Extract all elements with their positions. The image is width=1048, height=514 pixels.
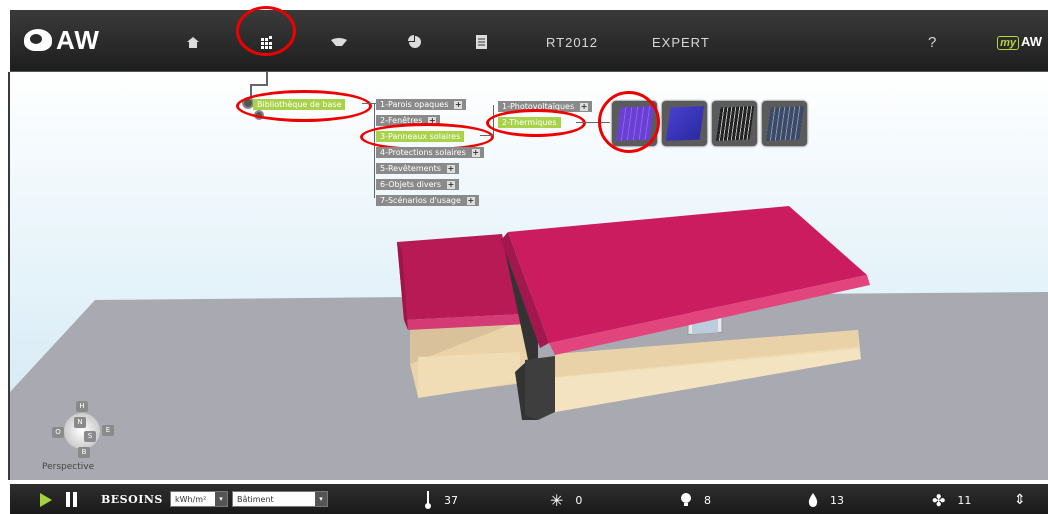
scope-select-value: Bâtiment [237,495,274,504]
compass-n-button[interactable]: N [74,417,86,428]
pie-chart-icon[interactable] [408,32,422,52]
solar-panel-thumb-4[interactable] [762,101,807,146]
stat-heating-value: 37 [444,493,458,507]
stat-lighting-value: 8 [704,493,711,507]
snowflake-icon: ✳ [550,490,564,510]
home-icon[interactable] [186,32,200,52]
expand-plus-icon[interactable]: + [446,181,455,189]
logo-text: AW [56,24,100,55]
expand-plus-icon[interactable]: + [446,165,455,173]
view-mode-label[interactable]: Perspective [42,462,94,472]
compass-o-button[interactable]: O [52,427,64,438]
solar-panel-blue-icon [665,106,705,141]
chevron-down-icon: ▾ [215,492,227,506]
menu-label: 1-Parois opaques [380,100,449,109]
stat-ventilation: ✤ 11 [932,490,971,510]
menu-protections-solaires[interactable]: 4-Protections solaires + [376,147,484,158]
nav-expert[interactable]: EXPERT [652,32,710,52]
tree-line-level1 [374,103,375,198]
small-roof-top [397,234,522,320]
unit-select-value: kWh/m² [175,495,207,504]
expand-toolbar-icon[interactable]: ⇕ [1014,490,1026,510]
thermometer-icon [425,491,431,509]
stat-ventilation-value: 11 [957,493,972,507]
tree-link-2 [480,135,494,136]
solar-panel-thumb-3[interactable] [712,101,757,146]
menu-parois-opaques[interactable]: 1-Parois opaques + [376,99,467,110]
menu-objets-divers[interactable]: 6-Objets divers + [376,179,459,190]
pause-icon[interactable] [66,492,78,507]
myaw-label: AW [1021,34,1042,49]
expand-plus-icon[interactable]: + [580,103,589,111]
menu-label: 6-Objets divers [380,180,441,189]
highlight-thermiques [486,109,586,137]
play-icon[interactable] [40,493,52,507]
compass-e-button[interactable]: E [102,425,114,436]
navigation-compass[interactable]: H N O E S B [40,397,130,467]
compass-top-button[interactable]: H [76,401,88,412]
stat-cooling: ✳ 0 [550,490,582,510]
document-icon[interactable] [476,32,487,52]
water-drop-icon [808,493,818,507]
nav-rt2012[interactable]: RT2012 [546,32,598,52]
tree-line-top [266,72,268,84]
menu-label: 5-Revêtements [380,164,441,173]
main-house-dark-side [525,356,555,420]
expand-plus-icon[interactable]: + [471,149,480,157]
stat-heating: 37 [424,490,458,510]
stat-lighting: 8 [680,490,711,510]
roof-icon[interactable] [330,32,348,52]
myaw-prefix: my [997,36,1020,50]
top-toolbar: AW RT2012 EXPERT ? my AW [10,6,1048,72]
menu-revetements[interactable]: 5-Revêtements + [376,163,459,174]
logo-icon [24,29,52,51]
menu-label: 7-Scénarios d'usage [380,196,461,205]
solar-panel-tubes-icon [715,106,755,141]
fan-icon: ✤ [932,490,946,510]
highlight-library-button [236,6,296,56]
scope-select[interactable]: Bâtiment ▾ [232,491,328,507]
lightbulb-icon [681,493,691,506]
3d-viewport[interactable]: Bibliothèque de base 1-Parois opaques + 2… [10,72,1048,480]
stat-cooling-value: 0 [575,493,583,507]
expand-plus-icon[interactable]: + [466,197,475,205]
bottom-toolbar: BESOINS kWh/m² ▾ Bâtiment ▾ 37 ✳ 0 8 13 … [10,484,1048,514]
unit-select[interactable]: kWh/m² ▾ [170,491,228,507]
highlight-thumb [598,91,660,153]
expand-plus-icon[interactable]: + [454,101,463,109]
besoins-label: BESOINS [101,493,163,506]
menu-scenarios-usage[interactable]: 7-Scénarios d'usage + [376,195,479,206]
solar-panel-thumb-2[interactable] [662,101,707,146]
chevron-down-icon: ▾ [315,492,327,506]
app-logo[interactable]: AW [24,22,100,58]
stat-water: 13 [808,490,844,510]
solar-panel-gray-icon [765,106,805,141]
myaw-button[interactable]: my AW [997,34,1042,50]
highlight-root [236,90,372,122]
compass-b-button[interactable]: B [78,447,90,458]
help-button[interactable]: ? [928,32,937,52]
stat-water-value: 13 [830,493,844,507]
tree-line-top-h [250,84,268,86]
compass-s-button[interactable]: S [84,431,96,442]
menu-label: 4-Protections solaires [380,148,466,157]
